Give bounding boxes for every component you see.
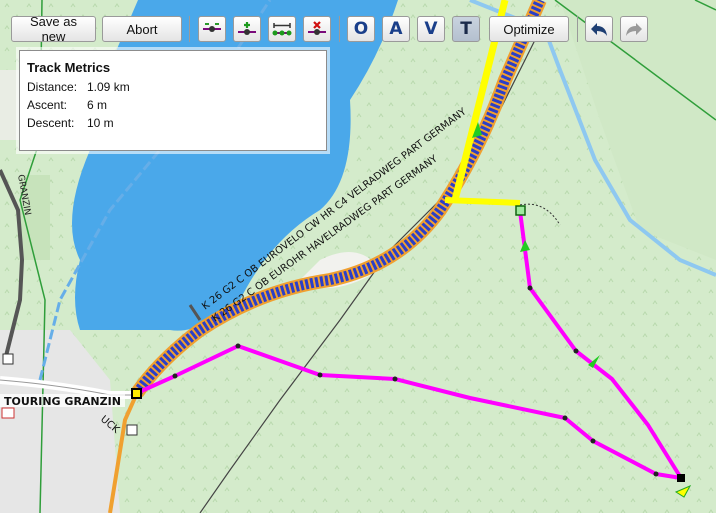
toolbar-separator (577, 16, 578, 42)
save-as-new-button[interactable]: Save as new (11, 14, 96, 44)
redo-icon[interactable] (620, 16, 648, 42)
highlight-route (444, 197, 521, 206)
track-point[interactable] (172, 373, 178, 379)
track-end-marker[interactable] (677, 474, 685, 482)
info-icon (126, 424, 138, 436)
metric-label: Distance: (27, 80, 78, 94)
track-point[interactable] (562, 415, 568, 421)
track-metrics-panel: Track Metrics Distance: 1.09 km Ascent: … (19, 50, 327, 151)
split-track-icon[interactable] (198, 16, 226, 42)
optimize-button[interactable]: Optimize (489, 16, 569, 42)
metric-label: Ascent: (27, 98, 68, 112)
metric-value: 6 m (87, 98, 108, 112)
delete-point-icon[interactable] (303, 16, 331, 42)
metric-row-ascent: Ascent: 6 m (27, 98, 107, 112)
abort-button[interactable]: Abort (102, 16, 182, 42)
toolbar-separator (339, 16, 340, 42)
metric-row-distance: Distance: 1.09 km (27, 80, 130, 94)
track-point[interactable] (590, 438, 596, 444)
track-metrics-title: Track Metrics (27, 60, 111, 75)
track-point[interactable] (235, 343, 241, 349)
poi-icon (1, 407, 15, 419)
metric-value: 10 m (87, 116, 114, 130)
undo-icon[interactable] (585, 16, 613, 42)
track-point[interactable] (573, 348, 579, 354)
track-points-icon[interactable] (268, 16, 296, 42)
mode-button-a[interactable]: A (382, 16, 410, 42)
poi-icon (2, 353, 14, 365)
toolbar-separator (189, 16, 190, 42)
mode-button-v[interactable]: V (417, 16, 445, 42)
track-point[interactable] (317, 372, 323, 378)
track-start-marker[interactable] (131, 388, 142, 399)
metric-value: 1.09 km (87, 80, 130, 94)
track-point[interactable] (653, 471, 659, 477)
metric-row-descent: Descent: 10 m (27, 116, 114, 130)
mode-button-o[interactable]: O (347, 16, 375, 42)
place-label: TOURING GRANZIN (4, 395, 121, 408)
add-point-icon[interactable] (233, 16, 261, 42)
waypoint-marker[interactable] (515, 205, 526, 216)
metric-label: Descent: (27, 116, 75, 130)
track-point[interactable] (392, 376, 398, 382)
mode-button-t[interactable]: T (452, 16, 480, 42)
track-point[interactable] (527, 285, 533, 291)
